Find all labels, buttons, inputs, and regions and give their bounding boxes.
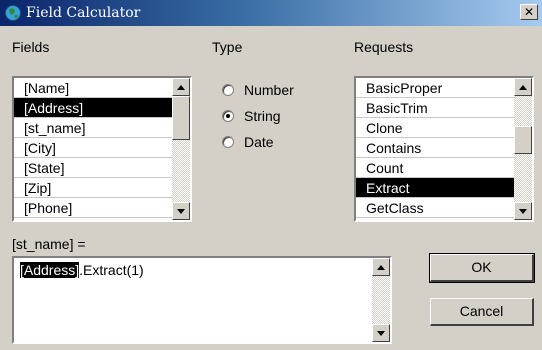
radio-selected-icon[interactable] bbox=[222, 110, 234, 122]
arrow-up-icon bbox=[377, 265, 385, 270]
fields-scroll-down-button[interactable] bbox=[172, 202, 190, 220]
fields-scroll-thumb[interactable] bbox=[172, 96, 190, 140]
field-calculator-window: Field Calculator ✕ Fields Type Requests … bbox=[0, 0, 542, 350]
arrow-down-icon bbox=[519, 209, 527, 214]
cancel-button[interactable]: Cancel bbox=[430, 298, 534, 326]
requests-item[interactable]: BasicTrim bbox=[356, 98, 514, 118]
fields-scroll-up-button[interactable] bbox=[172, 78, 190, 96]
radio-unselected-icon[interactable] bbox=[222, 136, 234, 148]
requests-item[interactable]: Clone bbox=[356, 118, 514, 138]
close-icon: ✕ bbox=[523, 5, 535, 19]
arrow-up-icon bbox=[177, 85, 185, 90]
requests-scroll-up-button[interactable] bbox=[514, 78, 532, 96]
type-option-label: Date bbox=[244, 134, 274, 150]
fields-item[interactable]: [st_name] bbox=[14, 118, 172, 138]
fields-label: Fields bbox=[12, 39, 50, 55]
requests-label: Requests bbox=[354, 39, 414, 55]
requests-listbox[interactable]: BasicProper BasicTrim Clone Contains Cou… bbox=[354, 76, 534, 222]
requests-item-selected[interactable]: Extract bbox=[356, 178, 514, 198]
fields-item[interactable]: [Name] bbox=[14, 78, 172, 98]
fields-item[interactable]: [Zip] bbox=[14, 178, 172, 198]
arrow-down-icon bbox=[377, 331, 385, 336]
expression-editor[interactable]: [Address].Extract(1) bbox=[12, 256, 392, 344]
radio-unselected-icon[interactable] bbox=[222, 84, 234, 96]
title-bar[interactable]: Field Calculator ✕ bbox=[0, 0, 542, 26]
arrow-up-icon bbox=[519, 85, 527, 90]
requests-scroll-thumb[interactable] bbox=[514, 126, 532, 154]
fields-listbox[interactable]: [Name] [Address] [st_name] [City] [State… bbox=[12, 76, 192, 222]
expression-field-token: [Address] bbox=[20, 262, 80, 278]
expression-scroll-down-button[interactable] bbox=[372, 324, 390, 342]
window-title: Field Calculator bbox=[26, 5, 141, 21]
fields-item[interactable]: [City] bbox=[14, 138, 172, 158]
ok-button[interactable]: OK bbox=[429, 253, 535, 283]
expression-scrollbar[interactable] bbox=[372, 258, 390, 342]
type-option-label: String bbox=[244, 108, 281, 124]
expression-text[interactable]: [Address].Extract(1) bbox=[20, 262, 144, 278]
requests-item[interactable]: Count bbox=[356, 158, 514, 178]
fields-item[interactable]: [State] bbox=[14, 158, 172, 178]
arrow-down-icon bbox=[177, 209, 185, 214]
type-option-label: Number bbox=[244, 82, 294, 98]
expression-scroll-up-button[interactable] bbox=[372, 258, 390, 276]
requests-scrollbar[interactable] bbox=[514, 78, 532, 220]
requests-item[interactable]: Contains bbox=[356, 138, 514, 158]
expression-method: .Extract(1) bbox=[79, 262, 144, 278]
type-label: Type bbox=[212, 39, 243, 55]
requests-item[interactable]: GetClass bbox=[356, 198, 514, 218]
requests-item[interactable]: BasicProper bbox=[356, 78, 514, 98]
requests-scroll-down-button[interactable] bbox=[514, 202, 532, 220]
target-field-label: [st_name] = bbox=[12, 236, 86, 252]
fields-scrollbar[interactable] bbox=[172, 78, 190, 220]
fields-item-selected[interactable]: [Address] bbox=[14, 98, 172, 118]
app-globe-icon bbox=[5, 5, 21, 21]
close-button[interactable]: ✕ bbox=[520, 4, 538, 20]
fields-item[interactable]: [Phone] bbox=[14, 198, 172, 218]
